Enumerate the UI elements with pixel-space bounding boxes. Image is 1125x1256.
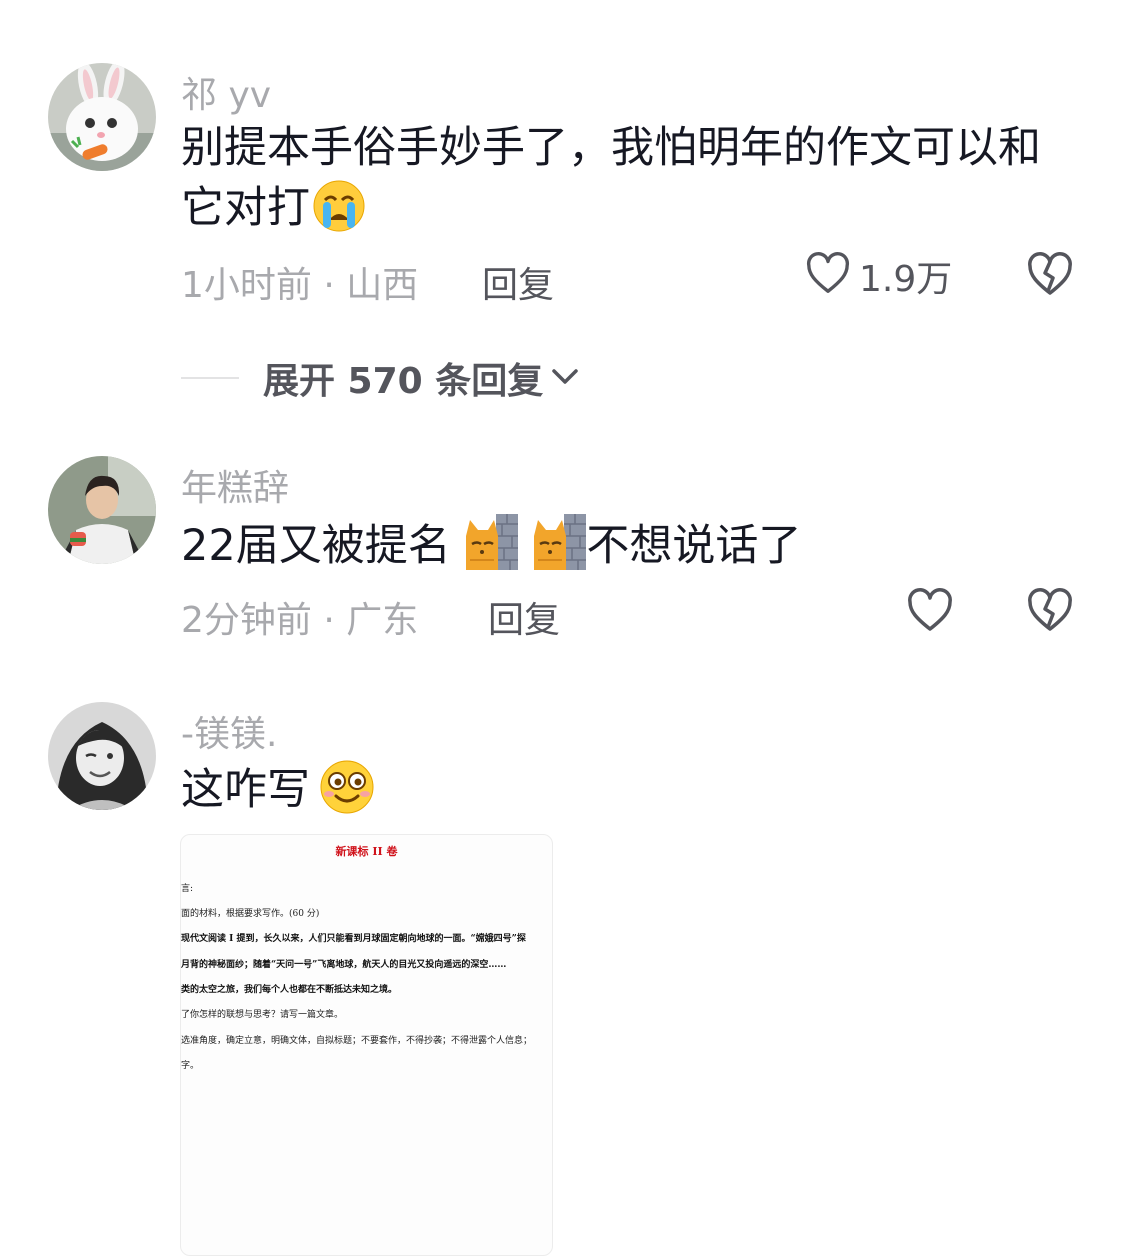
avatar[interactable] [48,456,156,564]
heart-icon [805,251,851,301]
broken-heart-icon [1026,252,1074,303]
doc-line: 现代文阅读 I 提到，长久以来，人们只能看到月球固定朝向地球的一面。“嫦娥四号”… [181,934,526,944]
avatar[interactable] [48,63,156,171]
comment-text: 22届又被提名 不想说话了 [181,514,1061,586]
doc-line: 言: [181,884,194,894]
cat-peeking-icon [464,514,519,586]
reply-button[interactable]: 回复 [482,256,554,308]
comment-text-before: 22届又被提名 [181,521,451,571]
username[interactable]: 年糕辞 [181,459,289,511]
heart-icon [906,587,954,639]
comment-time-location: 1小时前 · 山西 [181,265,419,306]
comment-text: 这咋写 [181,760,1061,830]
comment-text-after: 不想说话了 [586,521,802,571]
doc-line: 月背的神秘面纱；随着“天问一号”飞离地球，航天人的目光又投向遥远的深空…… [181,960,507,970]
username[interactable]: -镁镁. [181,705,277,757]
comment-time-location: 2分钟前 · 广东 [181,600,419,641]
like-button[interactable]: 1.9万 [805,250,952,302]
chevron-down-icon [549,360,581,396]
expand-replies-label: 展开 570 条回复 [263,361,544,402]
username[interactable]: 祁 yv [181,66,271,118]
comment-text: 别提本手俗手妙手了，我怕明年的作文可以和它对打 [181,118,1061,248]
comment-text-content: 这咋写 [181,765,310,815]
like-count: 1.9万 [859,259,953,300]
doc-line: 选准角度，确定立意，明确文体，自拟标题；不要套作，不得抄袭；不得泄露个人信息； [181,1036,533,1046]
doc-line: 了你怎样的联想与思考？请写一篇文章。 [181,1010,344,1020]
expand-replies-button[interactable]: 展开 570 条回复 [181,352,581,404]
cat-peeking-icon [532,514,587,586]
avatar[interactable] [48,702,156,810]
crying-face-icon [310,180,368,248]
dislike-button[interactable] [1026,587,1074,639]
broken-heart-icon [1026,588,1074,639]
dislike-button[interactable] [1026,251,1074,303]
reply-button[interactable]: 回复 [488,591,560,643]
like-button[interactable] [906,587,962,639]
doc-title: 新课标 II 卷 [335,845,398,858]
attached-image[interactable]: 新课标 II 卷 言: 面的材料，根据要求写作。(60 分) 现代文阅读 I 提… [180,834,553,1256]
doc-line: 字。 [181,1061,200,1071]
doc-line: 面的材料，根据要求写作。(60 分) [181,909,320,919]
smiling-face-icon [318,760,376,830]
doc-line: 类的太空之旅，我们每个人也都在不断抵达未知之境。 [181,985,398,995]
divider-line [181,377,239,379]
